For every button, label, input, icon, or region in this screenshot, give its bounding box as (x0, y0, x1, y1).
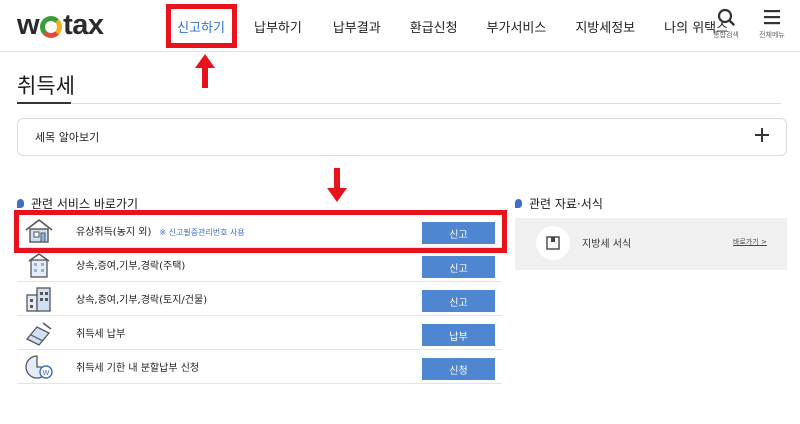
service-name: 취득세 기한 내 분할납부 신청 (76, 363, 200, 374)
plus-icon (754, 127, 770, 143)
main-nav: 신고하기 납부하기 납부결과 환급신청 부가서비스 지방세정보 나의 위택스 (166, 0, 728, 52)
building-icon (26, 287, 51, 312)
title-underline (17, 102, 71, 104)
service-row-acquisition-payment[interactable]: 취득세 납부 납부 (17, 316, 502, 350)
forms-heading-text: 관련 자료·서식 (529, 197, 603, 211)
nav-extra-services[interactable]: 부가서비스 (487, 0, 547, 52)
service-row-paid-acquisition[interactable]: 유상취득(농지 외) ※ 신고필증관리번호 사용 신고 (17, 214, 502, 248)
house-icon (25, 218, 53, 243)
service-note: ※ 신고필증관리번호 사용 (159, 228, 245, 237)
tax-info-accordion[interactable]: 세목 알아보기 (17, 118, 787, 156)
apply-button[interactable]: 신청 (422, 358, 495, 380)
up-arrow-icon (195, 54, 215, 88)
service-name: 상속,증여,기부,경락(토지/건물) (76, 295, 208, 306)
service-name: 상속,증여,기부,경락(주택) (76, 261, 186, 272)
report-button[interactable]: 신고 (422, 222, 495, 244)
service-name: 취득세 납부 (76, 329, 126, 340)
nav-refund[interactable]: 환급신청 (410, 0, 458, 52)
service-row-inheritance-house[interactable]: 상속,증여,기부,경락(주택) 신고 (17, 248, 502, 282)
all-menu-button[interactable]: 전체메뉴 (752, 8, 792, 40)
down-arrow-icon (327, 168, 347, 202)
hamburger-menu-icon (764, 10, 780, 25)
document-form-icon (546, 236, 560, 250)
pie-won-icon: W (25, 355, 53, 379)
menu-label: 전체메뉴 (759, 31, 785, 39)
nav-payment-result[interactable]: 납부결과 (333, 0, 381, 52)
services-heading-text: 관련 서비스 바로가기 (31, 197, 138, 211)
search-icon (717, 8, 735, 26)
forms-item-label: 지방세 서식 (582, 239, 632, 250)
svg-text:W: W (43, 369, 50, 377)
nav-report[interactable]: 신고하기 (166, 0, 236, 52)
nav-payment[interactable]: 납부하기 (254, 0, 302, 52)
logo-text-start: w (17, 9, 40, 41)
forms-heading: 관련 자료·서식 (515, 195, 603, 212)
service-row-installment[interactable]: W 취득세 기한 내 분할납부 신청 신청 (17, 350, 502, 384)
service-list: 유상취득(농지 외) ※ 신고필증관리번호 사용 신고 상속,증여,기부,경락(주… (17, 214, 502, 384)
services-heading: 관련 서비스 바로가기 (17, 195, 138, 212)
accordion-label: 세목 알아보기 (35, 131, 100, 144)
payment-button[interactable]: 납부 (422, 324, 495, 346)
search-label: 통합검색 (713, 31, 739, 39)
wetax-logo[interactable]: w tax (17, 9, 104, 42)
logo-ring-icon (40, 15, 63, 38)
local-tax-forms-card[interactable]: 지방세 서식 바로가기 > (515, 218, 787, 270)
service-row-inheritance-land[interactable]: 상속,증여,기부,경락(토지/건물) 신고 (17, 282, 502, 316)
report-button[interactable]: 신고 (422, 256, 495, 278)
form-icon-circle (536, 226, 570, 260)
site-header: w tax 신고하기 납부하기 납부결과 환급신청 부가서비스 지방세정보 나의 … (0, 0, 800, 52)
page-title: 취득세 (17, 74, 75, 98)
title-divider (17, 103, 781, 104)
nav-local-tax-info[interactable]: 지방세정보 (575, 0, 635, 52)
logo-text-end: tax (63, 9, 104, 41)
report-button[interactable]: 신고 (422, 290, 495, 312)
heading-bullet-icon (17, 199, 24, 208)
card-payment-icon (25, 322, 52, 346)
service-name: 유상취득(농지 외) ※ 신고필증관리번호 사용 (76, 227, 245, 238)
search-button[interactable]: 통합검색 (706, 8, 746, 40)
heading-bullet-icon (515, 199, 522, 208)
apartment-icon (28, 253, 50, 278)
forms-shortcut-link[interactable]: 바로가기 > (733, 237, 767, 247)
